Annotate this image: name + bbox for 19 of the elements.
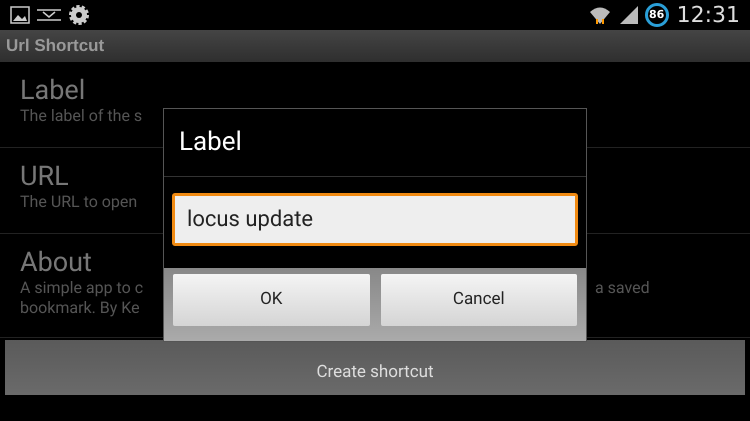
setting-summary: The label of the s	[20, 106, 142, 126]
download-icon	[36, 8, 62, 22]
app-title: Url Shortcut	[6, 35, 104, 58]
picture-icon	[10, 6, 30, 24]
setting-summary: A simple app to c	[20, 278, 144, 298]
dialog-button[interactable]: OK	[173, 274, 370, 326]
setting-title[interactable]: Label	[20, 74, 730, 106]
input-field[interactable]: locus update	[172, 193, 578, 246]
battery-indicator: 86	[644, 3, 669, 27]
wifi-icon	[588, 5, 611, 25]
dialog-title: Label	[164, 109, 586, 177]
signal-icon	[618, 6, 639, 24]
setting-summary: bookmark. By Ke	[20, 298, 140, 318]
setting-summary: a saved	[595, 278, 650, 299]
gear-icon	[68, 4, 90, 26]
clock: 12:31	[676, 2, 740, 30]
create-shortcut-button[interactable]: Create shortcut	[5, 340, 745, 395]
dialog-button[interactable]: Cancel	[380, 274, 577, 326]
setting-summary: The URL to open	[20, 192, 138, 212]
